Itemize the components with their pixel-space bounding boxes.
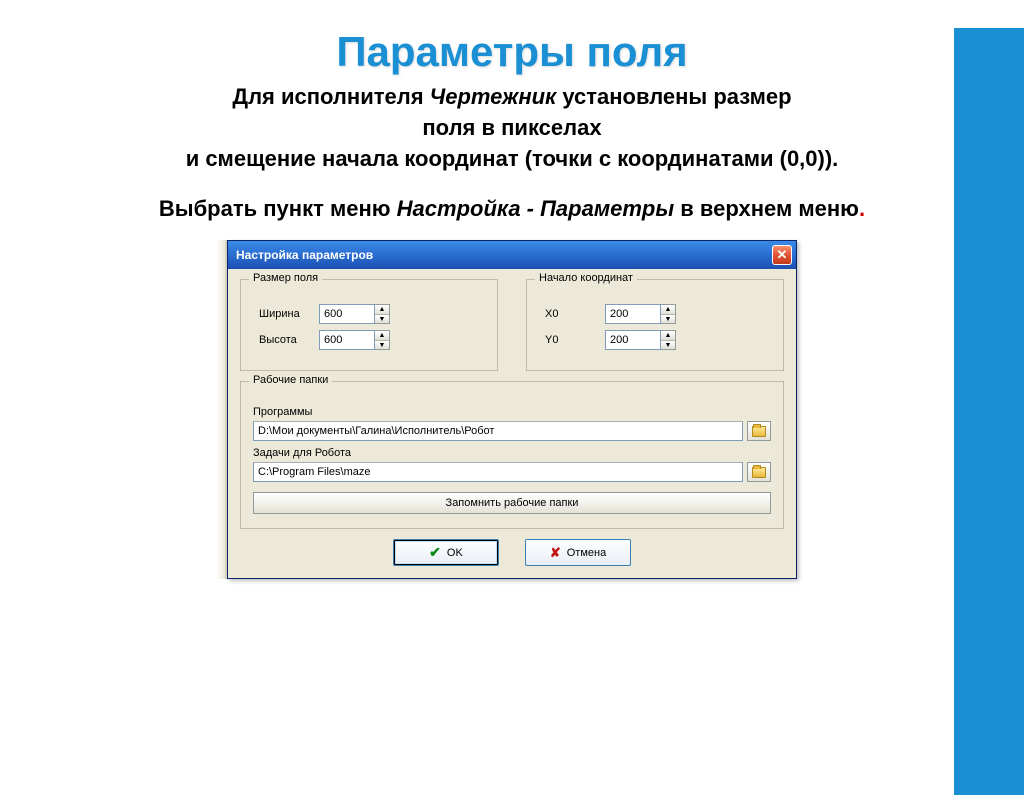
tasks-browse-button[interactable] bbox=[747, 462, 771, 482]
folder-icon bbox=[752, 426, 766, 437]
tasks-label: Задачи для Робота bbox=[253, 447, 771, 459]
folder-icon bbox=[752, 467, 766, 478]
check-icon: ✔ bbox=[429, 544, 441, 561]
x0-spin-up[interactable]: ▲ bbox=[661, 305, 675, 315]
slide-title: Параметры поля bbox=[0, 28, 1024, 76]
ok-button-label: OK bbox=[447, 547, 463, 559]
x0-label: X0 bbox=[539, 308, 595, 320]
settings-dialog: Настройка параметров ✕ Размер поля Ширин… bbox=[227, 240, 797, 579]
y0-spin-down[interactable]: ▼ bbox=[661, 341, 675, 350]
x0-spinner[interactable]: ▲ ▼ bbox=[605, 304, 676, 324]
y0-spinner[interactable]: ▲ ▼ bbox=[605, 330, 676, 350]
y0-input[interactable] bbox=[605, 330, 661, 350]
dialog-title: Настройка параметров bbox=[236, 248, 772, 262]
origin-legend: Начало координат bbox=[535, 272, 637, 284]
ok-button[interactable]: ✔ OK bbox=[393, 539, 499, 566]
programs-path-input[interactable] bbox=[253, 421, 743, 441]
parent-window-edge bbox=[217, 240, 227, 579]
work-folders-legend: Рабочие папки bbox=[249, 374, 332, 386]
width-label: Ширина bbox=[253, 308, 309, 320]
height-label: Высота bbox=[253, 334, 309, 346]
dialog-titlebar[interactable]: Настройка параметров ✕ bbox=[228, 241, 796, 269]
width-spin-down[interactable]: ▼ bbox=[375, 315, 389, 324]
origin-group: Начало координат X0 ▲ ▼ Y0 bbox=[526, 279, 784, 371]
cancel-button-label: Отмена bbox=[567, 547, 606, 559]
programs-browse-button[interactable] bbox=[747, 421, 771, 441]
height-spin-down[interactable]: ▼ bbox=[375, 341, 389, 350]
cancel-button[interactable]: ✘ Отмена bbox=[525, 539, 631, 566]
field-size-group: Размер поля Ширина ▲ ▼ Высота bbox=[240, 279, 498, 371]
x0-input[interactable] bbox=[605, 304, 661, 324]
slide-description: Для исполнителя Чертежник установлены ра… bbox=[0, 82, 1024, 174]
width-spin-up[interactable]: ▲ bbox=[375, 305, 389, 315]
tasks-path-input[interactable] bbox=[253, 462, 743, 482]
work-folders-group: Рабочие папки Программы Задачи для Робот… bbox=[240, 381, 784, 529]
width-spinner[interactable]: ▲ ▼ bbox=[319, 304, 390, 324]
width-input[interactable] bbox=[319, 304, 375, 324]
height-input[interactable] bbox=[319, 330, 375, 350]
remember-folders-button[interactable]: Запомнить рабочие папки bbox=[253, 492, 771, 514]
height-spin-up[interactable]: ▲ bbox=[375, 331, 389, 341]
close-button[interactable]: ✕ bbox=[772, 245, 792, 265]
x0-spin-down[interactable]: ▼ bbox=[661, 315, 675, 324]
field-size-legend: Размер поля bbox=[249, 272, 322, 284]
y0-spin-up[interactable]: ▲ bbox=[661, 331, 675, 341]
height-spinner[interactable]: ▲ ▼ bbox=[319, 330, 390, 350]
y0-label: Y0 bbox=[539, 334, 595, 346]
slide-instruction: Выбрать пункт меню Настройка - Параметры… bbox=[0, 196, 1024, 222]
programs-label: Программы bbox=[253, 406, 771, 418]
close-icon: ✕ bbox=[777, 247, 788, 263]
slide-accent-bar bbox=[954, 28, 1024, 795]
x-icon: ✘ bbox=[550, 545, 561, 561]
dialog-screenshot: Настройка параметров ✕ Размер поля Ширин… bbox=[227, 240, 797, 579]
